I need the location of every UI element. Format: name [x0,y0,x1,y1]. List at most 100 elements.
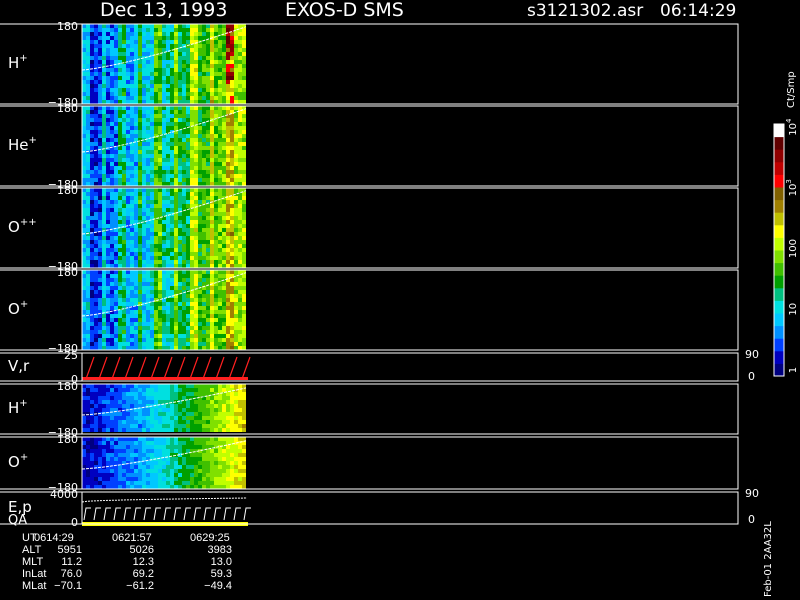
heatmap-cell [122,338,126,342]
heatmap-cell [190,424,194,428]
heatmap-cell [130,310,134,314]
heatmap-cell [190,428,194,432]
heatmap-cell [138,48,142,52]
heatmap-cell [230,290,234,294]
heatmap-cell [198,178,202,182]
heatmap-cell [130,134,134,138]
heatmap-cell [138,96,142,100]
heatmap-cell [118,192,122,196]
heatmap-cell [226,469,230,473]
heatmap-cell [122,322,126,326]
heatmap-cell [110,72,114,76]
heatmap-cell [198,32,202,36]
heatmap-cell [158,428,162,432]
heatmap-cell [102,286,106,290]
heatmap-cell [130,52,134,56]
heatmap-cell [122,150,126,154]
heatmap-cell [150,477,154,481]
heatmap-cell [238,236,242,240]
heatmap-cell [170,56,174,60]
heatmap-cell [150,264,154,268]
heatmap-cell [242,334,246,338]
heatmap-cell [142,44,146,48]
heatmap-cell [182,24,186,28]
heatmap-cell [142,212,146,216]
heatmap-cell [154,346,158,350]
heatmap-cell [186,342,190,346]
heatmap-cell [234,338,238,342]
heatmap-cell [114,32,118,36]
heatmap-cell [126,346,130,350]
heatmap-cell [174,384,178,388]
heatmap-cell [178,192,182,196]
heatmap-cell [118,130,122,134]
heatmap-cell [150,130,154,134]
heatmap-cell [234,322,238,326]
heatmap-cell [194,416,198,420]
heatmap-cell [234,264,238,268]
heatmap-cell [242,278,246,282]
heatmap-cell [210,457,214,461]
heatmap-cell [214,192,218,196]
heatmap-cell [138,68,142,72]
heatmap-cell [214,384,218,388]
heatmap-cell [98,196,102,200]
heatmap-cell [162,334,166,338]
heatmap-cell [146,142,150,146]
heatmap-cell [142,290,146,294]
heatmap-cell [154,252,158,256]
heatmap-cell [194,80,198,84]
heatmap-cell [214,334,218,338]
heatmap-cell [98,437,102,441]
heatmap-cell [134,412,138,416]
heatmap-cell [178,294,182,298]
heatmap-cell [166,260,170,264]
heatmap-cell [198,76,202,80]
heatmap-cell [154,68,158,72]
heatmap-cell [242,457,246,461]
heatmap-cell [174,270,178,274]
velocity-sweep [228,356,238,380]
heatmap-cell [186,232,190,236]
heatmap-cell [234,130,238,134]
heatmap-cell [218,318,222,322]
heatmap-cell [210,126,214,130]
heatmap-cell [182,60,186,64]
heatmap-cell [106,138,110,142]
heatmap-cell [122,110,126,114]
heatmap-cell [222,92,226,96]
heatmap-cell [158,76,162,80]
heatmap-cell [222,224,226,228]
heatmap-cell [102,24,106,28]
heatmap-cell [230,196,234,200]
heatmap-cell [130,106,134,110]
heatmap-cell [158,461,162,465]
panel-label-he_plus: He+ [8,135,37,154]
heatmap-cell [110,449,114,453]
heatmap-cell [210,290,214,294]
heatmap-cell [102,298,106,302]
heatmap-cell [194,106,198,110]
heatmap-cell [222,158,226,162]
heatmap-cell [174,96,178,100]
heatmap-cell [222,44,226,48]
heatmap-cell [146,264,150,268]
heatmap-cell [102,469,106,473]
heatmap-cell [122,392,126,396]
heatmap-cell [166,76,170,80]
heatmap-cell [170,330,174,334]
heatmap-cell [214,130,218,134]
heatmap-cell [122,76,126,80]
heatmap-cell [86,204,90,208]
heatmap-cell [206,388,210,392]
heatmap-cell [230,138,234,142]
heatmap-cell [226,260,230,264]
heatmap-cell [122,220,126,224]
heatmap-cell [114,286,118,290]
heatmap-cell [158,260,162,264]
heatmap-cell [90,36,94,40]
heatmap-cell [122,182,126,186]
heatmap-cell [190,36,194,40]
heatmap-cell [82,392,86,396]
heatmap-cell [142,338,146,342]
